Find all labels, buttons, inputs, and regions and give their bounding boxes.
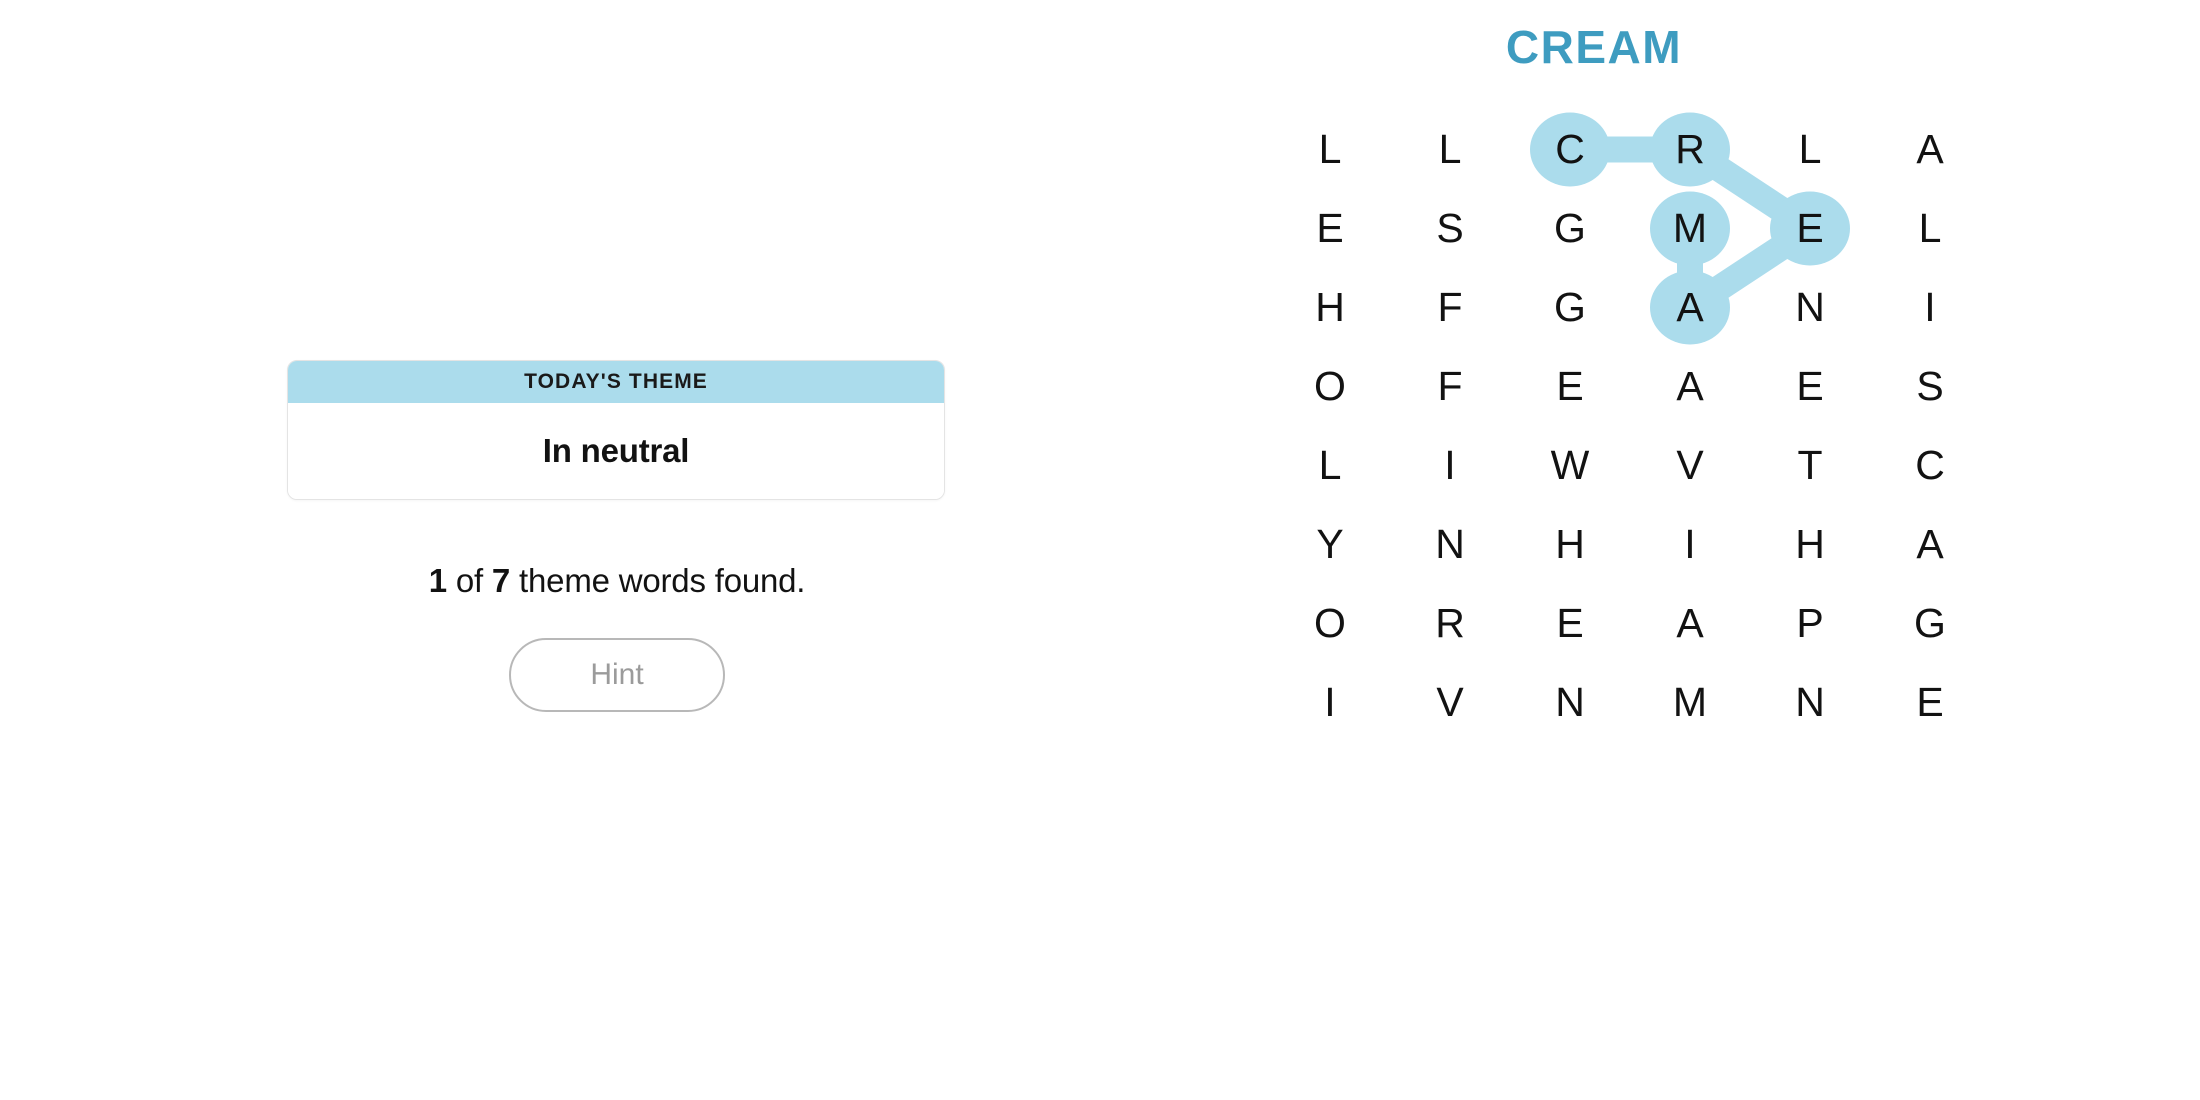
grid-cell[interactable]: N (1750, 268, 1870, 347)
grid-cell[interactable]: P (1750, 584, 1870, 663)
grid-cell[interactable]: W (1510, 426, 1630, 505)
progress-of-text: of (446, 562, 492, 599)
theme-card-body: In neutral (288, 403, 944, 499)
grid-cell[interactable]: Y (1270, 505, 1390, 584)
grid-cell[interactable]: I (1630, 505, 1750, 584)
grid-cell[interactable]: G (1510, 268, 1630, 347)
grid-cell[interactable]: N (1390, 505, 1510, 584)
current-word-title: CREAM (1505, 21, 1683, 73)
grid-cell[interactable]: H (1510, 505, 1630, 584)
grid-cell[interactable]: L (1750, 110, 1870, 189)
letter-grid[interactable]: LLCRLAESGMELHFGANIOFEAESLIWVTCYNHIHAOREA… (1270, 110, 1990, 742)
grid-cell[interactable]: G (1510, 189, 1630, 268)
grid-cell[interactable]: R (1630, 110, 1750, 189)
grid-cell[interactable]: I (1270, 663, 1390, 742)
grid-cell[interactable]: O (1270, 347, 1390, 426)
grid-cell[interactable]: E (1510, 584, 1630, 663)
puzzle-panel: CREAM LLCRLAESGMELHFGANIOFEAESLIWVTCYNHI… (1270, 20, 1970, 810)
hint-button[interactable]: Hint (509, 638, 725, 712)
hint-button-container: Hint (287, 638, 947, 712)
progress-suffix-text: theme words found. (510, 562, 806, 599)
grid-cell[interactable]: S (1870, 347, 1990, 426)
todays-theme-card: TODAY'S THEME In neutral (287, 360, 945, 500)
grid-cell[interactable]: S (1390, 189, 1510, 268)
grid-cell[interactable]: T (1750, 426, 1870, 505)
grid-cell[interactable]: E (1750, 189, 1870, 268)
grid-cell[interactable]: A (1870, 110, 1990, 189)
grid-cell[interactable]: M (1630, 663, 1750, 742)
grid-cell[interactable]: L (1870, 189, 1990, 268)
grid-cell[interactable]: O (1270, 584, 1390, 663)
total-count: 7 (491, 562, 511, 599)
info-panel: TODAY'S THEME In neutral 1 of 7 theme wo… (287, 360, 947, 712)
grid-cell[interactable]: F (1390, 268, 1510, 347)
grid-cell[interactable]: A (1630, 347, 1750, 426)
letter-grid-container: LLCRLAESGMELHFGANIOFEAESLIWVTCYNHIHAOREA… (1270, 110, 1970, 810)
grid-cell[interactable]: R (1390, 584, 1510, 663)
grid-cell[interactable]: E (1270, 189, 1390, 268)
grid-cell[interactable]: C (1510, 110, 1630, 189)
grid-cell[interactable]: A (1870, 505, 1990, 584)
grid-cell[interactable]: V (1630, 426, 1750, 505)
grid-cell[interactable]: E (1510, 347, 1630, 426)
grid-cell[interactable]: N (1510, 663, 1630, 742)
grid-cell[interactable]: L (1270, 426, 1390, 505)
grid-cell[interactable]: A (1630, 268, 1750, 347)
word-search-page: TODAY'S THEME In neutral 1 of 7 theme wo… (0, 0, 2200, 1100)
grid-cell[interactable]: E (1870, 663, 1990, 742)
grid-cell[interactable]: E (1750, 347, 1870, 426)
grid-cell[interactable]: M (1630, 189, 1750, 268)
theme-card-header-label: TODAY'S THEME (288, 361, 944, 403)
grid-cell[interactable]: H (1750, 505, 1870, 584)
grid-cell[interactable]: H (1270, 268, 1390, 347)
grid-cell[interactable]: L (1270, 110, 1390, 189)
grid-cell[interactable]: A (1630, 584, 1750, 663)
grid-cell[interactable]: G (1870, 584, 1990, 663)
grid-cell[interactable]: V (1390, 663, 1510, 742)
grid-cell[interactable]: I (1390, 426, 1510, 505)
progress-status-text: 1 of 7 theme words found. (287, 562, 947, 600)
grid-cell[interactable]: N (1750, 663, 1870, 742)
grid-cell[interactable]: F (1390, 347, 1510, 426)
grid-cell[interactable]: I (1870, 268, 1990, 347)
found-count: 1 (428, 562, 447, 599)
grid-cell[interactable]: L (1390, 110, 1510, 189)
theme-text: In neutral (542, 432, 690, 469)
grid-cell[interactable]: C (1870, 426, 1990, 505)
